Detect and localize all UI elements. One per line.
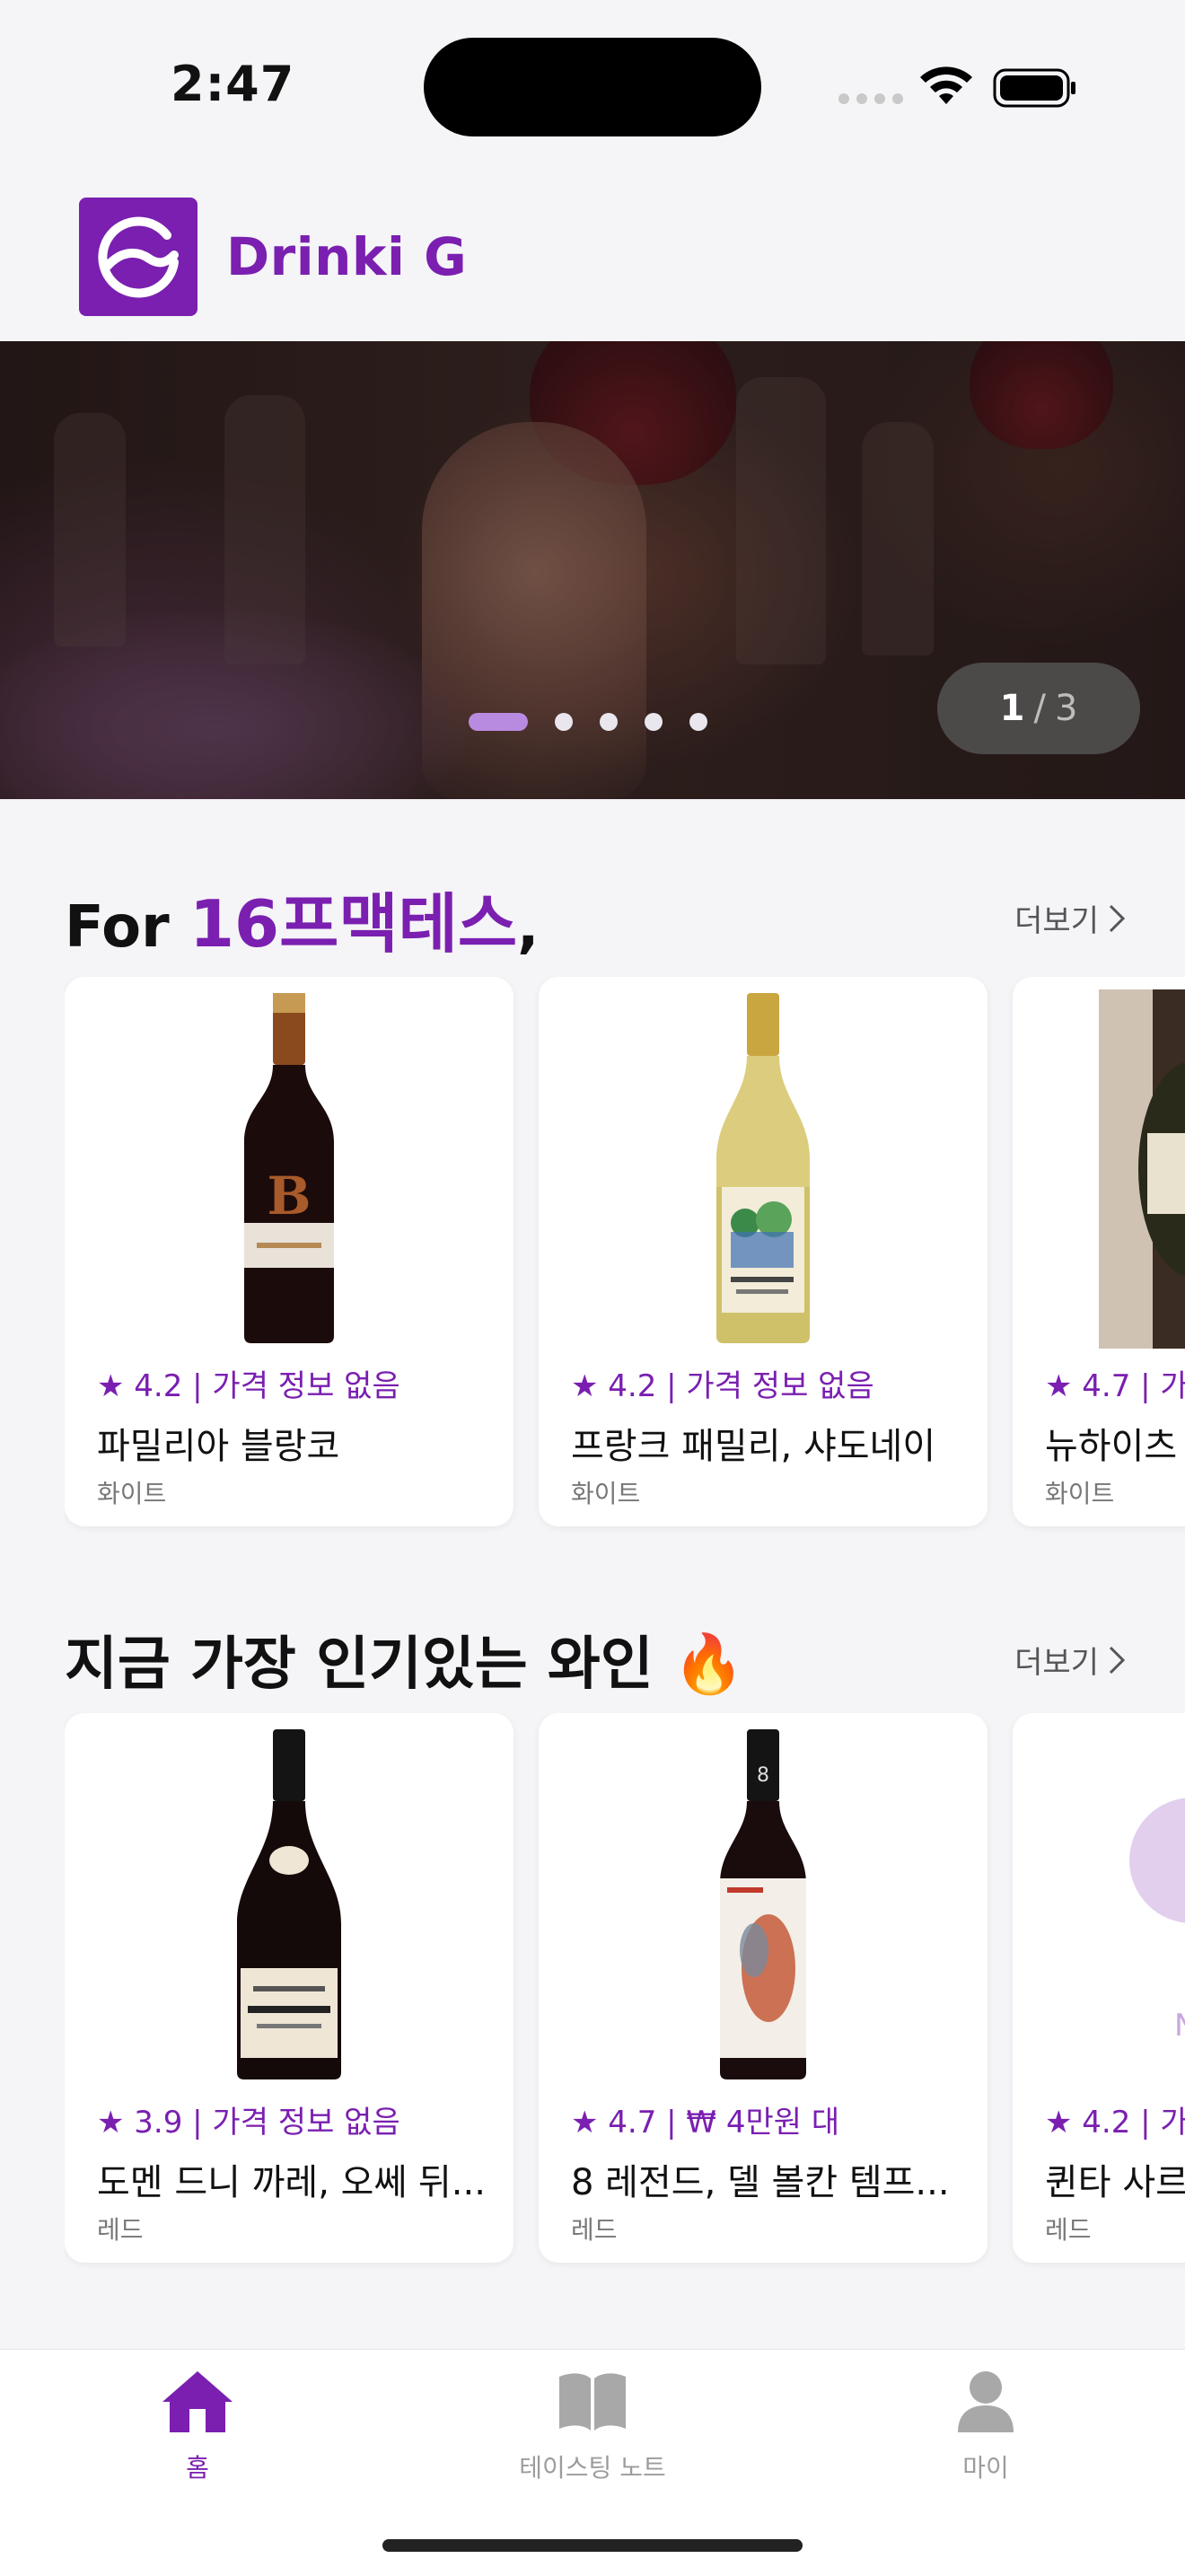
wine-type: 레드 — [1045, 2215, 1092, 2245]
chevron-right-icon — [1109, 1646, 1126, 1674]
book-icon — [559, 2373, 626, 2431]
wine-bottle-image — [1099, 989, 1185, 1349]
wine-card-row-recommend[interactable]: B ★ 4.2 | 가격 정보 없음 파밀리아 블랑코 화이트 ★ 4.2 | … — [65, 977, 1185, 1534]
wine-card[interactable]: ★ 4.2 | 가격 정보 없음 프랑크 패밀리, 샤도네이 화이트 — [539, 977, 988, 1526]
tab-label: 마이 — [962, 2453, 1009, 2483]
wine-card[interactable]: 8 ★ 4.7 | ₩ 4만원 대 8 레전드, 델 볼칸 템프... 레드 — [539, 1713, 988, 2263]
more-label: 더보기 — [1014, 903, 1099, 939]
person-icon — [958, 2371, 1014, 2432]
wine-type: 화이트 — [1045, 1479, 1115, 1508]
carousel-dot[interactable] — [600, 713, 618, 731]
carousel-page-dots[interactable] — [469, 713, 707, 731]
carousel-page-separator: / — [1033, 688, 1046, 729]
wine-type: 화이트 — [97, 1479, 167, 1508]
app-logo[interactable] — [79, 198, 198, 316]
wine-name: 파밀리아 블랑코 — [97, 1426, 340, 1467]
more-label: 더보기 — [1014, 1645, 1099, 1681]
carousel-dot[interactable] — [555, 713, 573, 731]
wine-type: 화이트 — [571, 1479, 641, 1508]
wine-card[interactable]: ★ 3.9 | 가격 정보 없음 도멘 드니 까레, 오쎄 뒤... 레드 — [65, 1713, 514, 2263]
logo-g-icon — [98, 216, 179, 298]
wine-name: 프랑크 패밀리, 샤도네이 — [571, 1426, 936, 1467]
brand-name: Drinki G — [226, 226, 468, 287]
promo-banner-carousel[interactable]: 1 / 3 — [0, 341, 1185, 799]
more-button-recommend[interactable]: 더보기 — [1014, 896, 1126, 940]
tab-label: 홈 — [186, 2453, 209, 2483]
tab-home[interactable]: 홈 — [63, 2368, 332, 2484]
battery-icon — [993, 68, 1075, 108]
carousel-current-page: 1 — [999, 688, 1025, 729]
section-title-recommend: For 16프맥테스, — [65, 871, 539, 965]
carousel-dot[interactable] — [689, 713, 707, 731]
wine-rating-price: ★ 4.7 | ₩ 4만원 대 — [571, 2105, 840, 2141]
home-indicator — [382, 2539, 803, 2552]
wine-name: 퀸타 사르 — [1045, 2162, 1185, 2203]
wine-rating-price: ★ 4.2 | 가격 정보 없음 — [97, 1368, 400, 1404]
wine-placeholder-image: N — [1129, 1798, 1185, 2044]
wine-rating-price: ★ 4.2 | 가 — [1045, 2105, 1185, 2141]
tab-tasting-notes[interactable]: 테이스팅 노트 — [458, 2368, 727, 2484]
carousel-page-counter: 1 / 3 — [937, 663, 1140, 754]
wine-bottle-image — [716, 993, 810, 1343]
user-nickname: 16프맥테스 — [189, 886, 518, 962]
wifi-icon — [920, 66, 972, 104]
wine-name: 뉴하이츠 — [1045, 1426, 1178, 1467]
dynamic-island — [424, 38, 761, 136]
cellular-signal-icon — [838, 93, 903, 104]
wine-bottle-image: B — [244, 993, 334, 1343]
section-title-suffix: , — [517, 894, 540, 961]
more-button-popular[interactable]: 더보기 — [1014, 1638, 1126, 1682]
home-icon — [162, 2371, 233, 2432]
tab-label: 테이스팅 노트 — [519, 2453, 666, 2483]
wine-type: 레드 — [97, 2215, 144, 2245]
wine-rating-price: ★ 4.2 | 가격 정보 없음 — [571, 1368, 874, 1404]
wine-bottle-image — [237, 1729, 341, 2079]
wine-name: 8 레전드, 델 볼칸 템프... — [571, 2162, 950, 2203]
carousel-dot[interactable] — [469, 713, 528, 731]
section-title-popular: 지금 가장 인기있는 와인 🔥 — [65, 1631, 745, 1698]
svg-text:8: 8 — [757, 1764, 769, 1787]
wine-card[interactable]: ★ 4.7 | 가 뉴하이츠 화이트 — [1013, 977, 1185, 1526]
wine-bottle-image: 8 — [720, 1729, 806, 2079]
svg-text:N: N — [1174, 2008, 1185, 2044]
wine-card-row-popular[interactable]: ★ 3.9 | 가격 정보 없음 도멘 드니 까레, 오쎄 뒤... 레드 8 … — [65, 1713, 1185, 2270]
status-time: 2:47 — [171, 56, 295, 112]
wine-card[interactable]: N ★ 4.2 | 가 퀸타 사르 레드 — [1013, 1713, 1185, 2263]
wine-rating-price: ★ 3.9 | 가격 정보 없음 — [97, 2105, 400, 2141]
carousel-total-pages: 3 — [1054, 688, 1078, 729]
app-header: Drinki G — [0, 171, 1185, 341]
wine-name: 도멘 드니 까레, 오쎄 뒤... — [97, 2162, 486, 2203]
status-bar: 2:47 — [0, 0, 1185, 171]
wine-card[interactable]: B ★ 4.2 | 가격 정보 없음 파밀리아 블랑코 화이트 — [65, 977, 514, 1526]
svg-text:B: B — [267, 1165, 311, 1226]
tab-my[interactable]: 마이 — [851, 2368, 1120, 2484]
section-title-prefix: For — [65, 894, 189, 961]
wine-rating-price: ★ 4.7 | 가 — [1045, 1368, 1185, 1404]
chevron-right-icon — [1109, 904, 1126, 932]
wine-type: 레드 — [571, 2215, 618, 2245]
carousel-dot[interactable] — [645, 713, 663, 731]
